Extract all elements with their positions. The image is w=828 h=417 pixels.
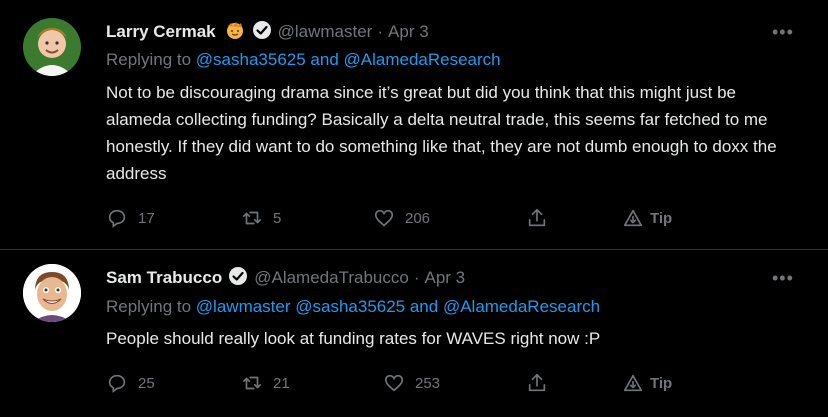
tweet-text: People should really look at funding rat… xyxy=(106,329,601,348)
replying-mentions[interactable]: @lawmaster @sasha35625 and @AlamedaResea… xyxy=(196,297,600,316)
reply-count: 17 xyxy=(138,209,155,227)
replying-prefix: Replying to xyxy=(106,297,192,316)
retweet-icon xyxy=(242,376,262,390)
reply-icon xyxy=(108,374,126,393)
like-icon xyxy=(384,374,404,392)
reply-icon xyxy=(108,209,126,228)
more-icon[interactable]: ••• xyxy=(772,22,794,42)
tip-icon xyxy=(623,209,643,227)
tweet-1[interactable]: Larry Cermak @lawmaster · Apr 3 ••• Repl… xyxy=(0,0,828,250)
more-icon[interactable]: ••• xyxy=(772,268,794,288)
tip-button[interactable]: Tip xyxy=(622,371,672,395)
share-icon xyxy=(528,208,546,227)
tip-icon xyxy=(623,374,643,392)
tweet-actions: 25 21 253 Tip xyxy=(106,371,706,395)
tweet-actions: 17 5 206 Tip xyxy=(106,206,706,230)
like-button[interactable]: 253 xyxy=(383,371,440,395)
replying-to: Replying to @sasha35625 and @AlamedaRese… xyxy=(106,50,501,70)
retweet-icon xyxy=(242,211,262,225)
tip-button[interactable]: Tip xyxy=(622,206,672,230)
like-count: 253 xyxy=(415,374,441,392)
user-handle[interactable]: @AlamedaTrabucco xyxy=(254,268,409,288)
share-button[interactable] xyxy=(526,371,548,395)
like-button[interactable]: 206 xyxy=(373,206,430,230)
display-name[interactable]: Sam Trabucco xyxy=(106,268,222,288)
tip-label: Tip xyxy=(650,209,673,227)
like-icon xyxy=(374,209,394,227)
separator: · xyxy=(377,22,384,41)
verified-badge-icon xyxy=(228,266,248,291)
share-icon xyxy=(528,373,546,392)
reply-button[interactable]: 25 xyxy=(106,371,155,395)
tweet-text: Not to be discouraging drama since it’s … xyxy=(106,83,777,183)
tip-label: Tip xyxy=(650,374,673,392)
separator: · xyxy=(413,268,420,287)
reply-count: 25 xyxy=(138,374,155,392)
display-name[interactable]: Larry Cermak xyxy=(106,22,216,42)
retweet-button[interactable]: 5 xyxy=(241,206,281,230)
tweet-header: Larry Cermak @lawmaster · Apr 3 xyxy=(106,20,429,44)
retweet-count: 21 xyxy=(273,374,290,392)
retweet-button[interactable]: 21 xyxy=(241,371,290,395)
retweet-count: 5 xyxy=(273,209,282,227)
tweet-header: Sam Trabucco @AlamedaTrabucco · Apr 3 xyxy=(106,266,465,290)
like-count: 206 xyxy=(405,209,431,227)
replying-prefix: Replying to xyxy=(106,50,192,69)
share-button[interactable] xyxy=(526,206,548,230)
reply-button[interactable]: 17 xyxy=(106,206,155,230)
replying-mentions[interactable]: @sasha35625 and @AlamedaResearch xyxy=(196,50,501,69)
verified-badge-icon xyxy=(252,20,272,45)
tweet-date[interactable]: Apr 3 xyxy=(388,22,429,42)
tweet-2[interactable]: Sam Trabucco @AlamedaTrabucco · Apr 3 ••… xyxy=(0,250,828,417)
replying-to: Replying to @lawmaster @sasha35625 and @… xyxy=(106,297,600,317)
sun-emoji-icon xyxy=(224,19,246,46)
avatar[interactable] xyxy=(23,264,81,322)
avatar[interactable] xyxy=(23,18,81,76)
user-handle[interactable]: @lawmaster xyxy=(278,22,373,42)
tweet-date[interactable]: Apr 3 xyxy=(424,268,465,288)
